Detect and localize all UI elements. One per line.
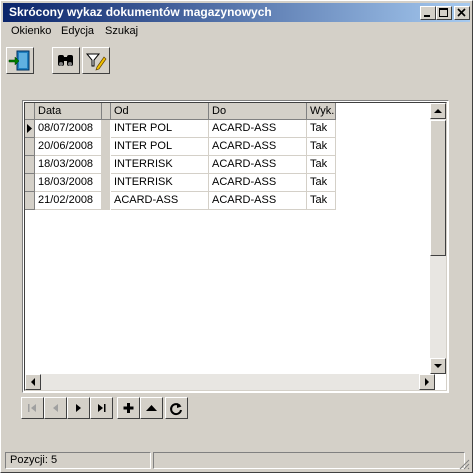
- prior-icon: [53, 404, 58, 412]
- close-icon: [457, 8, 466, 17]
- status-position: Pozycji: 5: [5, 452, 151, 469]
- binoculars-icon: [58, 55, 73, 66]
- cell-separator: [102, 174, 110, 192]
- cell-wyk[interactable]: Tak: [307, 156, 336, 174]
- menu-okienko[interactable]: Okienko: [11, 25, 51, 37]
- cell-od[interactable]: INTERRISK: [111, 156, 209, 174]
- cell-od[interactable]: INTER POL: [111, 138, 209, 156]
- maximize-button[interactable]: [436, 6, 452, 20]
- column-header-do[interactable]: Do: [209, 103, 307, 120]
- edit-record-button[interactable]: [140, 397, 163, 419]
- maximize-icon: [439, 8, 448, 17]
- minimize-button[interactable]: [420, 6, 436, 20]
- refresh-icon: [170, 403, 182, 416]
- cell-od[interactable]: ACARD-ASS: [111, 192, 209, 210]
- filter-button[interactable]: [82, 47, 110, 74]
- row-indicator: [25, 120, 35, 138]
- cell-wyk[interactable]: Tak: [307, 120, 336, 138]
- row-indicator: [25, 156, 35, 174]
- first-record-button[interactable]: [21, 397, 44, 419]
- plus-icon: [123, 403, 134, 413]
- title-bar[interactable]: Skrócony wykaz dokumentów magazynowych: [3, 3, 470, 22]
- row-indicator: [25, 174, 35, 192]
- exit-button[interactable]: [6, 47, 34, 74]
- cell-wyk[interactable]: Tak: [307, 174, 336, 192]
- cell-od[interactable]: INTER POL: [111, 120, 209, 138]
- menu-bar: Okienko Edycja Szukaj: [3, 23, 470, 41]
- scroll-right-button[interactable]: [419, 374, 435, 390]
- menu-edycja[interactable]: Edycja: [61, 25, 94, 37]
- search-button[interactable]: [52, 47, 80, 74]
- menu-szukaj[interactable]: Szukaj: [105, 25, 138, 37]
- last-icon: [98, 404, 106, 412]
- status-panel-empty: [153, 452, 465, 469]
- cell-do[interactable]: ACARD-ASS: [209, 156, 307, 174]
- scroll-up-button[interactable]: [430, 103, 446, 119]
- cell-wyk[interactable]: Tak: [307, 192, 336, 210]
- insert-record-button[interactable]: [117, 397, 140, 419]
- cell-data[interactable]: 08/07/2008: [35, 120, 102, 138]
- current-row-arrow-icon: [27, 124, 32, 133]
- window-title: Skrócony wykaz dokumentów magazynowych: [9, 5, 272, 19]
- cell-data[interactable]: 18/03/2008: [35, 156, 102, 174]
- column-header-wyk[interactable]: Wyk.: [307, 103, 336, 120]
- cell-do[interactable]: ACARD-ASS: [209, 138, 307, 156]
- column-separator-header: [102, 103, 111, 120]
- column-header-od[interactable]: Od: [111, 103, 209, 120]
- cell-do[interactable]: ACARD-ASS: [209, 174, 307, 192]
- status-bar: Pozycji: 5: [3, 451, 470, 470]
- scroll-down-button[interactable]: [430, 358, 446, 374]
- horizontal-scrollbar[interactable]: [25, 374, 435, 390]
- last-record-button[interactable]: [90, 397, 113, 419]
- cell-wyk[interactable]: Tak: [307, 138, 336, 156]
- cell-data[interactable]: 21/02/2008: [35, 192, 102, 210]
- row-indicator: [25, 138, 35, 156]
- vertical-scroll-thumb[interactable]: [430, 120, 446, 256]
- triangle-up-icon: [146, 405, 157, 411]
- main-window: Skrócony wykaz dokumentów magazynowych O…: [0, 0, 473, 473]
- row-indicator: [25, 192, 35, 210]
- cell-separator: [102, 192, 110, 210]
- vertical-scrollbar[interactable]: [430, 103, 446, 374]
- first-icon: [28, 404, 36, 412]
- exit-door-icon: [8, 50, 30, 71]
- cell-separator: [102, 138, 110, 156]
- arrow-down-icon: [434, 364, 442, 368]
- close-button[interactable]: [454, 6, 470, 20]
- minimize-icon: [424, 15, 430, 17]
- arrow-right-icon: [425, 378, 429, 386]
- documents-grid[interactable]: Data Od Do Wyk. 08/07/2008 INTER POL ACA…: [22, 100, 449, 393]
- arrow-left-icon: [31, 378, 35, 386]
- arrow-up-icon: [434, 109, 442, 113]
- resize-grip-icon[interactable]: [458, 458, 470, 470]
- refresh-button[interactable]: [165, 397, 188, 419]
- cell-od[interactable]: INTERRISK: [111, 174, 209, 192]
- filter-edit-icon: [85, 53, 107, 71]
- next-record-button[interactable]: [67, 397, 90, 419]
- prior-record-button[interactable]: [44, 397, 67, 419]
- cell-do[interactable]: ACARD-ASS: [209, 120, 307, 138]
- next-icon: [76, 404, 81, 412]
- cell-separator: [102, 120, 110, 138]
- scroll-left-button[interactable]: [25, 374, 41, 390]
- header-indicator: [25, 103, 35, 120]
- cell-data[interactable]: 18/03/2008: [35, 174, 102, 192]
- cell-do[interactable]: ACARD-ASS: [209, 192, 307, 210]
- cell-separator: [102, 156, 110, 174]
- cell-data[interactable]: 20/06/2008: [35, 138, 102, 156]
- column-header-data[interactable]: Data: [35, 103, 102, 120]
